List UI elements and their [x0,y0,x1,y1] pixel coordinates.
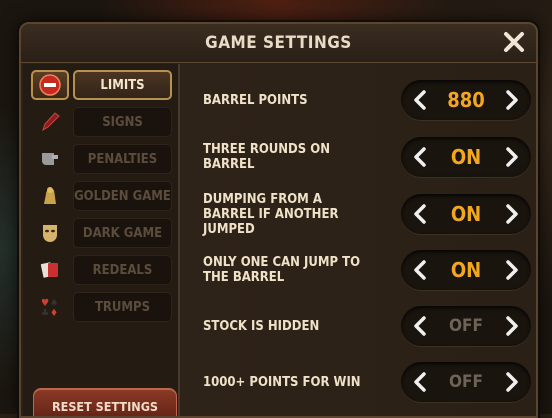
chevron-right-icon[interactable] [499,145,523,169]
chevron-right-icon[interactable] [499,314,523,338]
svg-text:♦: ♦ [50,308,58,319]
setting-stepper[interactable]: OFF [401,362,531,402]
setting-row: BARREL POINTS 880 [203,78,536,122]
svg-text:♣: ♣ [41,308,49,319]
sidebar-item-redeals[interactable]: REDEALS [29,255,172,285]
setting-value: 880 [447,88,485,112]
sidebar-item-dark-game[interactable]: DARK GAME [29,218,172,248]
cards-icon [31,255,69,285]
suits-icon: ♥ ♠ ♣ ♦ [31,292,69,322]
sidebar: LIMITS SIGNS PENALTIES GOLDEN GAME DARK … [23,64,180,416]
chevron-right-icon[interactable] [499,258,523,282]
sidebar-item-label: GOLDEN GAME [73,181,172,211]
setting-row: DUMPING FROM A BARREL IF ANOTHER JUMPED … [203,191,536,237]
setting-label: ONLY ONE CAN JUMP TO THE BARREL [203,255,361,285]
sidebar-item-limits[interactable]: LIMITS [29,70,172,100]
mask-icon [31,218,69,248]
pen-icon [31,107,69,137]
settings-dialog: GAME SETTINGS LIMITS SIGNS PENALTIES GOL… [19,22,538,418]
sidebar-item-trumps[interactable]: ♥ ♠ ♣ ♦ TRUMPS [29,292,172,322]
sidebar-item-penalties[interactable]: PENALTIES [29,144,172,174]
sidebar-item-label: LIMITS [73,70,172,100]
golden-game-icon [31,181,69,211]
chevron-left-icon[interactable] [409,145,433,169]
settings-list: BARREL POINTS 880 THREE ROUNDS ON BARREL… [181,64,536,416]
chevron-left-icon[interactable] [409,370,433,394]
setting-value: ON [450,202,482,226]
whistle-icon [31,144,69,174]
sidebar-item-label: REDEALS [73,255,172,285]
setting-row: 1000+ POINTS FOR WIN OFF [203,360,536,404]
setting-label: DUMPING FROM A BARREL IF ANOTHER JUMPED [203,191,339,237]
close-icon[interactable] [502,30,526,54]
chevron-right-icon[interactable] [499,88,523,112]
setting-label: BARREL POINTS [203,92,308,108]
sidebar-item-label: SIGNS [73,107,172,137]
title-bar: GAME SETTINGS [21,24,536,63]
setting-value: OFF [449,372,483,392]
sidebar-item-signs[interactable]: SIGNS [29,107,172,137]
setting-stepper[interactable]: ON [401,250,531,290]
chevron-right-icon[interactable] [499,202,523,226]
setting-stepper[interactable]: ON [401,194,531,234]
setting-value: ON [450,145,482,169]
setting-value: ON [450,258,482,282]
dialog-title: GAME SETTINGS [205,33,352,53]
chevron-left-icon[interactable] [409,88,433,112]
sidebar-item-label: PENALTIES [73,144,172,174]
setting-row: THREE ROUNDS ON BARREL ON [203,135,536,179]
setting-row: ONLY ONE CAN JUMP TO THE BARREL ON [203,248,536,292]
setting-value: OFF [449,316,483,336]
chevron-left-icon[interactable] [409,202,433,226]
chevron-right-icon[interactable] [499,370,523,394]
setting-stepper[interactable]: 880 [401,80,531,120]
setting-row: STOCK IS HIDDEN OFF [203,304,536,348]
setting-label: THREE ROUNDS ON BARREL [203,142,330,172]
sidebar-item-label: TRUMPS [73,292,172,322]
setting-label: 1000+ POINTS FOR WIN [203,374,361,390]
limits-icon [31,70,69,100]
chevron-left-icon[interactable] [409,314,433,338]
sidebar-item-golden-game[interactable]: GOLDEN GAME [29,181,172,211]
setting-stepper[interactable]: OFF [401,306,531,346]
setting-label: STOCK IS HIDDEN [203,318,320,334]
sidebar-item-label: DARK GAME [73,218,172,248]
chevron-left-icon[interactable] [409,258,433,282]
setting-stepper[interactable]: ON [401,137,531,177]
